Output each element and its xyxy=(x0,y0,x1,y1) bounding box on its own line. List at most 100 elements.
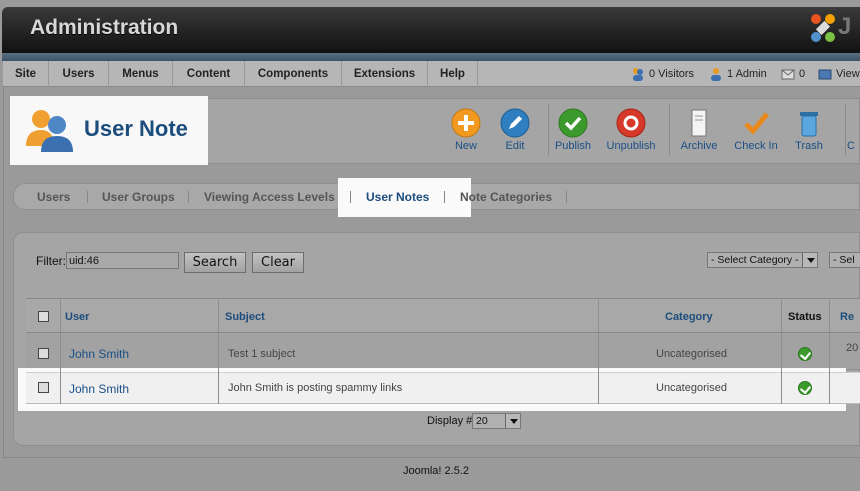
column-header-user[interactable]: User xyxy=(65,311,89,323)
menu-users[interactable]: Users xyxy=(49,61,109,87)
visitors-status[interactable]: 0 Visitors xyxy=(631,61,694,87)
visitors-count: 0 Visitors xyxy=(649,68,695,80)
more-toolbar-button[interactable]: C xyxy=(847,108,860,152)
menu-menus[interactable]: Menus xyxy=(109,61,173,87)
tab-user-notes[interactable]: User Notes xyxy=(366,190,429,204)
column-divider xyxy=(829,298,830,404)
display-count-select[interactable]: 20 xyxy=(472,413,521,429)
admin-icon xyxy=(711,68,721,81)
header-strip xyxy=(2,53,860,61)
trash-icon xyxy=(800,112,818,137)
column-divider xyxy=(60,298,61,404)
row-user-link[interactable]: John Smith xyxy=(69,347,129,361)
more-toolbar-icon xyxy=(847,108,860,138)
archive-icon xyxy=(691,109,707,137)
unpublish-label: Unpublish xyxy=(606,140,656,152)
published-status-icon[interactable] xyxy=(798,381,812,395)
checkin-button[interactable]: Check In xyxy=(726,108,786,152)
admin-title: Administration xyxy=(30,16,179,39)
second-filter-select[interactable]: - Sel xyxy=(829,252,860,268)
tab-divider xyxy=(566,191,567,203)
messages-icon xyxy=(781,69,795,80)
edit-label: Edit xyxy=(505,140,525,152)
view-site-status[interactable]: View xyxy=(818,61,860,87)
messages-status[interactable]: 0 xyxy=(781,61,805,87)
row-category: Uncategorised xyxy=(656,382,727,394)
row-user-link[interactable]: John Smith xyxy=(69,382,129,396)
tab-divider xyxy=(444,191,445,203)
column-divider xyxy=(781,298,782,404)
page-title-box: User Note xyxy=(10,96,208,165)
tab-divider xyxy=(188,191,189,203)
admins-status[interactable]: 1 Admin xyxy=(709,61,767,87)
second-filter-select-value: - Sel xyxy=(833,254,855,266)
filter-input[interactable] xyxy=(66,252,179,269)
trash-label: Trash xyxy=(795,140,823,152)
display-count-label: Display # xyxy=(427,415,473,427)
publish-icon xyxy=(558,108,588,138)
row-review: 20 xyxy=(846,342,859,354)
archive-label: Archive xyxy=(680,140,718,152)
admins-count: 1 Admin xyxy=(727,68,767,80)
clear-button[interactable]: Clear xyxy=(252,252,304,273)
admin-header: Administration J xyxy=(2,7,860,53)
display-count-value: 20 xyxy=(476,415,488,427)
toolbar-divider xyxy=(845,104,846,156)
menu-content[interactable]: Content xyxy=(173,61,245,87)
tab-divider xyxy=(350,191,351,203)
filter-label: Filter: xyxy=(36,254,66,268)
page-title: User Note xyxy=(84,116,188,141)
table-header xyxy=(26,298,860,333)
joomla-logo-icon[interactable]: J xyxy=(808,11,854,49)
tab-user-groups[interactable]: User Groups xyxy=(102,190,175,204)
menu-components[interactable]: Components xyxy=(245,61,342,87)
menu-help[interactable]: Help xyxy=(428,61,478,87)
chevron-down-icon xyxy=(802,253,817,267)
menu-site[interactable]: Site xyxy=(3,61,49,87)
select-all-checkbox[interactable] xyxy=(38,311,49,322)
visitors-icon xyxy=(633,68,643,81)
page-border xyxy=(3,87,4,457)
column-header-review[interactable]: Re xyxy=(840,311,854,323)
unpublish-icon xyxy=(616,108,646,138)
new-icon xyxy=(451,108,481,138)
search-button[interactable]: Search xyxy=(184,252,246,273)
category-select-value: - Select Category - xyxy=(711,254,799,266)
users-icon xyxy=(26,110,73,152)
column-divider xyxy=(598,298,599,404)
column-divider xyxy=(218,298,219,404)
messages-count: 0 xyxy=(799,68,806,80)
main-menu: Site Users Menus Content Components Exte… xyxy=(3,61,860,87)
publish-label: Publish xyxy=(554,140,592,152)
chevron-down-icon xyxy=(505,414,520,428)
menu-extensions[interactable]: Extensions xyxy=(342,61,428,87)
view-site-label: View xyxy=(836,68,860,80)
edit-button[interactable]: Edit xyxy=(485,108,545,152)
tab-users[interactable]: Users xyxy=(37,190,70,204)
row-checkbox[interactable] xyxy=(38,382,49,393)
tab-note-categories[interactable]: Note Categories xyxy=(460,190,552,204)
row-subject[interactable]: Test 1 subject xyxy=(228,348,295,360)
published-status-icon[interactable] xyxy=(798,347,812,361)
trash-button[interactable]: Trash xyxy=(779,108,839,152)
column-header-category[interactable]: Category xyxy=(665,311,713,323)
edit-icon xyxy=(500,108,530,138)
row-subject[interactable]: John Smith is posting spammy links xyxy=(228,382,402,394)
more-toolbar-label: C xyxy=(847,140,855,152)
unpublish-button[interactable]: Unpublish xyxy=(601,108,661,152)
checkin-icon xyxy=(744,112,769,135)
category-select[interactable]: - Select Category - xyxy=(707,252,818,268)
column-header-status[interactable]: Status xyxy=(788,311,822,323)
footer-version: Joomla! 2.5.2 xyxy=(402,465,470,477)
row-category: Uncategorised xyxy=(656,348,727,360)
table-row xyxy=(26,372,860,404)
column-header-subject[interactable]: Subject xyxy=(225,311,265,323)
content-bottom-border xyxy=(3,457,860,458)
view-site-icon xyxy=(818,69,832,80)
archive-button[interactable]: Archive xyxy=(669,108,729,152)
tab-divider xyxy=(87,191,88,203)
table-row xyxy=(26,334,860,370)
row-checkbox[interactable] xyxy=(38,348,49,359)
publish-button[interactable]: Publish xyxy=(543,108,603,152)
tab-viewing-access-levels[interactable]: Viewing Access Levels xyxy=(204,190,335,204)
